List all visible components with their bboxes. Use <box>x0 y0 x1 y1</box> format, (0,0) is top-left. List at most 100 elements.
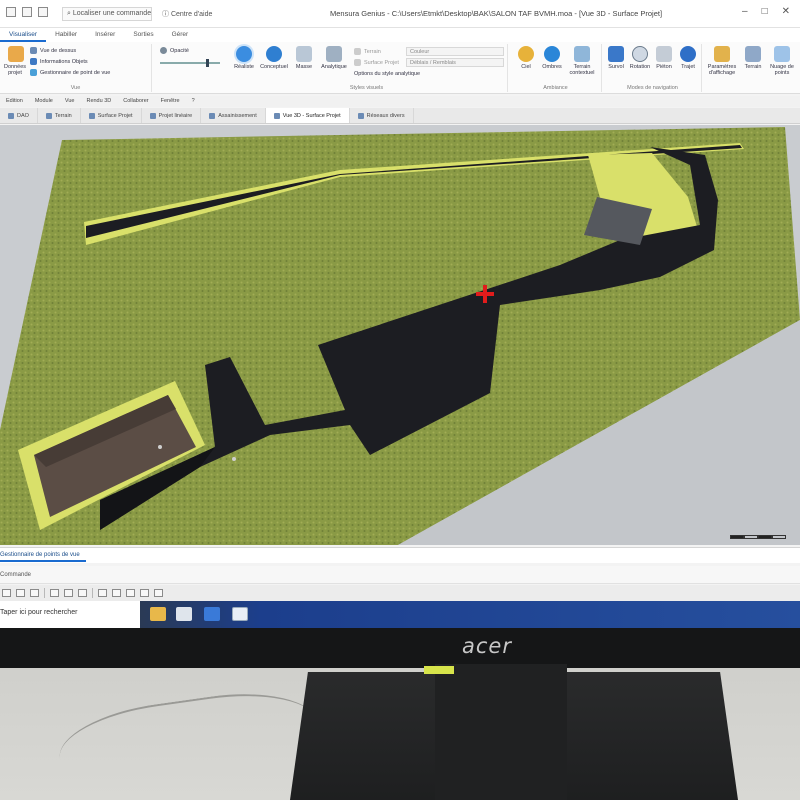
monitor-brand-logo: acer <box>462 634 512 658</box>
object-snap-icon[interactable] <box>64 589 73 597</box>
terrain-icon <box>745 46 761 62</box>
mensura-app-icon[interactable] <box>232 607 248 621</box>
grid-icon[interactable] <box>16 589 25 597</box>
terrain-style-select[interactable]: Couleur <box>406 47 504 56</box>
menu-module[interactable]: Module <box>29 96 59 107</box>
command-search-input[interactable]: ⌕ Localiser une commande <box>62 7 152 21</box>
doc-tab-surface-projet[interactable]: Surface Projet <box>81 108 142 123</box>
workspace-icon[interactable] <box>154 589 163 597</box>
windows-taskbar: Taper ici pour rechercher <box>0 601 800 628</box>
style-conceptuel-button[interactable]: Conceptuel <box>258 46 290 70</box>
menu-vue[interactable]: Vue <box>59 96 81 107</box>
tab-sorties[interactable]: Sorties <box>124 28 162 42</box>
help-center-button[interactable]: ⓘ Centre d'aide <box>158 7 236 21</box>
top-view-item[interactable]: Vue de dessus <box>30 47 76 54</box>
style-analytique-label: Analytique <box>321 64 347 70</box>
viewpoint-manager-label: Gestionnaire de point de vue <box>40 69 111 76</box>
quick-access-toolbar <box>6 7 48 17</box>
viewpoint-manager-panel-tab[interactable]: Gestionnaire de points de vue <box>0 552 86 562</box>
surface-style-row: Surface Projet <box>354 59 399 66</box>
lineweight-icon[interactable] <box>98 589 107 597</box>
viewpoint-manager-item[interactable]: Gestionnaire de point de vue <box>30 69 110 76</box>
display-settings-label: Paramètres d'affichage <box>707 64 737 76</box>
help-icon: ⓘ <box>162 11 171 18</box>
tab-habiller[interactable]: Habiller <box>46 28 86 42</box>
doc-tab-terrain[interactable]: Terrain <box>38 108 81 123</box>
command-line[interactable]: Commande <box>0 566 800 584</box>
layer-icon[interactable] <box>112 589 121 597</box>
menu-collaborer[interactable]: Collaborer <box>117 96 154 107</box>
context-terrain-button[interactable]: Terrain contextuel <box>564 46 600 76</box>
menu-edition[interactable]: Edition <box>0 96 29 107</box>
doc-tab-dao[interactable]: DAO <box>0 108 38 123</box>
display-settings-icon <box>714 46 730 62</box>
file-explorer-icon[interactable] <box>150 607 166 621</box>
tab-visualiser[interactable]: Visualiser <box>0 28 47 42</box>
doc-tab-vue-3d[interactable]: Vue 3D - Surface Projet <box>265 108 350 123</box>
doc-tab-assainissement[interactable]: Assainissement <box>201 108 266 123</box>
scale-bar <box>730 535 786 539</box>
doc-tab-label: Terrain <box>54 112 72 119</box>
window-title: Mensura Genius - C:\Users\Etmkt\Desktop\… <box>330 9 663 18</box>
pedestrian-icon <box>656 46 672 62</box>
point-cloud-icon <box>774 46 790 62</box>
group-label-vue: Vue <box>70 85 81 91</box>
close-button[interactable]: ✕ <box>782 6 790 17</box>
menu-rendu-3d[interactable]: Rendu 3D <box>80 96 117 107</box>
undo-icon[interactable] <box>22 7 32 17</box>
document-tabs: DAO Terrain Surface Projet Projet linéai… <box>0 108 800 124</box>
ribbon-group-styles: Réaliste Conceptuel Masse Analytique Ter… <box>226 44 508 92</box>
terrain-button[interactable]: Terrain <box>740 46 766 70</box>
maximize-button[interactable]: □ <box>762 6 768 17</box>
viewpoint-icon <box>30 69 37 76</box>
linear-project-icon <box>149 112 156 119</box>
viewport-3d[interactable] <box>0 125 800 545</box>
path-label: Trajet <box>681 64 695 70</box>
tab-inserer[interactable]: Insérer <box>86 28 124 42</box>
tab-gerer[interactable]: Gérer <box>163 28 198 42</box>
menu-help[interactable]: ? <box>186 96 201 107</box>
taskbar-search[interactable]: Taper ici pour rechercher <box>0 609 77 616</box>
yellow-tag <box>424 666 454 674</box>
menu-fenetre[interactable]: Fenêtre <box>155 96 186 107</box>
mail-icon[interactable] <box>204 607 220 621</box>
polar-icon[interactable] <box>50 589 59 597</box>
conceptual-style-icon <box>266 46 282 62</box>
save-icon[interactable] <box>6 7 16 17</box>
project-data-button[interactable]: Données projet <box>0 46 32 76</box>
display-settings-button[interactable]: Paramètres d'affichage <box>704 46 740 76</box>
style-masse-button[interactable]: Masse <box>288 46 320 70</box>
style-realiste-button[interactable]: Réaliste <box>228 46 260 70</box>
bottom-panel-tabs: Gestionnaire de points de vue <box>0 547 800 563</box>
point-cloud-button[interactable]: Nuage de points <box>766 46 798 76</box>
terrain-scene <box>0 127 800 545</box>
snap-icon[interactable] <box>2 589 11 597</box>
object-info-label: Informations Objets <box>40 58 88 65</box>
group-label-ambiance: Ambiance <box>543 85 568 91</box>
tracking-icon[interactable] <box>78 589 87 597</box>
menu-bar: Edition Module Vue Rendu 3D Collaborer F… <box>0 96 800 107</box>
terrain-style-icon <box>354 48 361 55</box>
ortho-icon[interactable] <box>30 589 39 597</box>
annotation-icon[interactable] <box>140 589 149 597</box>
doc-tab-reseaux-divers[interactable]: Réseaux divers <box>350 108 414 123</box>
command-search-placeholder: Localiser une commande <box>72 10 152 17</box>
minimize-button[interactable]: – <box>742 6 748 17</box>
doc-tab-label: DAO <box>17 112 29 119</box>
ribbon-group-vue: Données projet Vue de dessus Information… <box>0 44 152 92</box>
terrain-style-label: Terrain <box>364 48 381 55</box>
ribbon-tabs: Visualiser Habiller Insérer Sorties Gére… <box>0 28 800 42</box>
redo-icon[interactable] <box>38 7 48 17</box>
style-realiste-label: Réaliste <box>234 64 254 70</box>
store-icon[interactable] <box>176 607 192 621</box>
view-3d-icon <box>273 112 280 119</box>
doc-tab-projet-lineaire[interactable]: Projet linéaire <box>142 108 202 123</box>
object-info-item[interactable]: Informations Objets <box>30 58 88 65</box>
style-analytique-button[interactable]: Analytique <box>318 46 350 70</box>
analytic-options-row[interactable]: Options du style analytique <box>354 71 420 77</box>
surface-style-select[interactable]: Déblais / Remblais <box>406 58 504 67</box>
opacity-control[interactable]: Opacité <box>160 47 189 54</box>
opacity-slider[interactable] <box>160 59 220 67</box>
path-button[interactable]: Trajet <box>672 46 704 70</box>
selection-icon[interactable] <box>126 589 135 597</box>
